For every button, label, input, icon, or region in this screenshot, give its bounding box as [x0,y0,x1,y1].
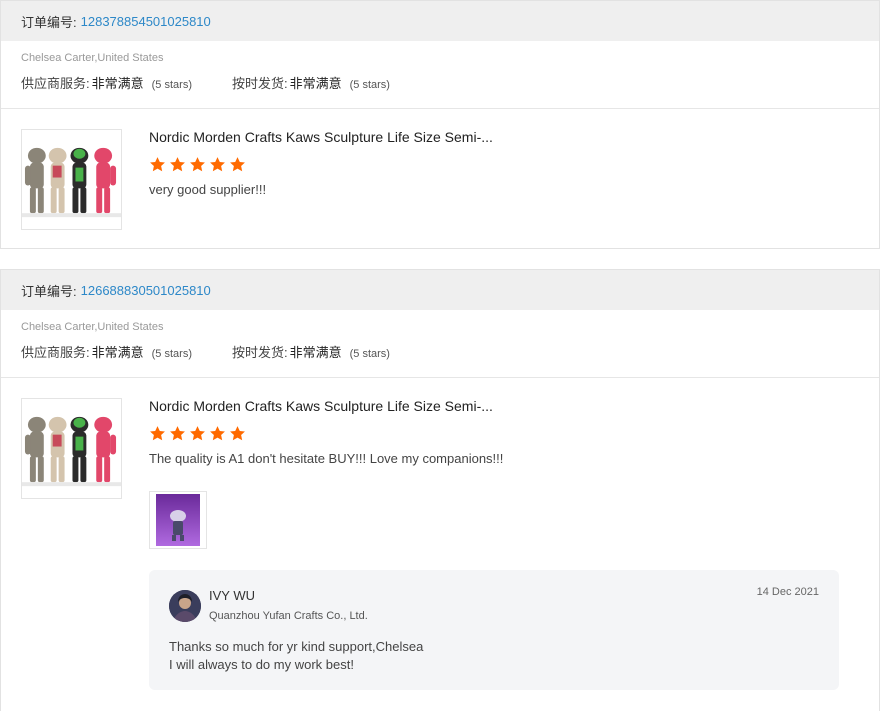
star-icon [169,156,186,173]
review-comment: The quality is A1 don't hesitate BUY!!! … [149,451,504,466]
star-icon [189,156,206,173]
star-icon [149,156,166,173]
buyer-info: Chelsea Carter,United States 供应商服务: 非常满意… [1,41,879,109]
rating-stars-text: (5 stars) [349,79,390,91]
star-icon [209,425,226,442]
review-stars [149,156,493,173]
star-icon [229,156,246,173]
star-icon [169,425,186,442]
avatar-image [169,590,201,622]
rating-on-time-shipping: 按时发货: 非常满意 (5 stars) [232,342,390,361]
order-header: 订单编号: 126688830501025810 [1,270,879,310]
star-icon [149,425,166,442]
rating-label: 按时发货: [231,76,288,91]
rating-value: 非常满意 [91,345,144,360]
supplier-ratings: 供应商服务: 非常满意 (5 stars) 按时发货: 非常满意 (5 star… [21,342,879,361]
star-icon [229,425,246,442]
rating-stars-text: (5 stars) [151,79,192,91]
star-icon [209,156,226,173]
reply-text: Thanks so much for yr kind support,Chels… [169,638,423,674]
order-number-link[interactable]: 126688830501025810 [81,283,211,298]
product-image [22,130,121,229]
rating-value: 非常满意 [289,345,342,360]
reply-text-line: I will always to do my work best! [169,657,354,672]
buyer-name-location: Chelsea Carter,United States [21,52,164,64]
order-header: 订单编号: 128378854501025810 [1,1,879,41]
rating-value: 非常满意 [91,76,144,91]
order-number-label: 订单编号: [21,14,77,30]
rating-label: 按时发货: [231,345,288,360]
reply-author-name: IVY WU [209,588,255,603]
review-stars [149,425,503,442]
rating-on-time-shipping: 按时发货: 非常满意 (5 stars) [232,73,390,92]
review-comment: very good supplier!!! [149,182,267,197]
rating-value: 非常满意 [289,76,342,91]
review-photo [156,494,200,546]
rating-stars-text: (5 stars) [349,348,390,360]
order-number-label: 订单编号: [21,283,77,299]
review-body: Nordic Morden Crafts Kaws Sculpture Life… [1,378,879,711]
rating-supplier-service: 供应商服务: 非常满意 (5 stars) [21,342,192,361]
review-content: Nordic Morden Crafts Kaws Sculpture Life… [149,129,493,197]
rating-label: 供应商服务: [21,76,90,91]
avatar [169,590,201,622]
rating-stars-text: (5 stars) [151,348,192,360]
buyer-name-location: Chelsea Carter,United States [21,321,164,333]
order-card: 订单编号: 126688830501025810 Chelsea Carter,… [0,269,880,711]
review-body: Nordic Morden Crafts Kaws Sculpture Life… [1,109,879,230]
review-photo-thumbnail[interactable] [149,491,207,549]
buyer-info: Chelsea Carter,United States 供应商服务: 非常满意… [1,310,879,378]
supplier-ratings: 供应商服务: 非常满意 (5 stars) 按时发货: 非常满意 (5 star… [21,73,879,92]
review-content: Nordic Morden Crafts Kaws Sculpture Life… [149,398,503,466]
product-thumbnail[interactable] [21,129,122,230]
order-card: 订单编号: 128378854501025810 Chelsea Carter,… [0,0,880,249]
reply-company-name: Quanzhou Yufan Crafts Co., Ltd. [209,610,368,622]
supplier-reply: IVY WU Quanzhou Yufan Crafts Co., Ltd. 1… [149,570,839,690]
reply-text-line: Thanks so much for yr kind support,Chels… [169,639,424,654]
order-number-link[interactable]: 128378854501025810 [81,14,211,29]
product-title-link[interactable]: Nordic Morden Crafts Kaws Sculpture Life… [149,398,503,414]
star-icon [189,425,206,442]
product-image [22,399,121,498]
product-title-link[interactable]: Nordic Morden Crafts Kaws Sculpture Life… [149,129,493,145]
reply-date: 14 Dec 2021 [756,586,819,598]
product-thumbnail[interactable] [21,398,122,499]
rating-label: 供应商服务: [21,345,90,360]
rating-supplier-service: 供应商服务: 非常满意 (5 stars) [21,73,192,92]
